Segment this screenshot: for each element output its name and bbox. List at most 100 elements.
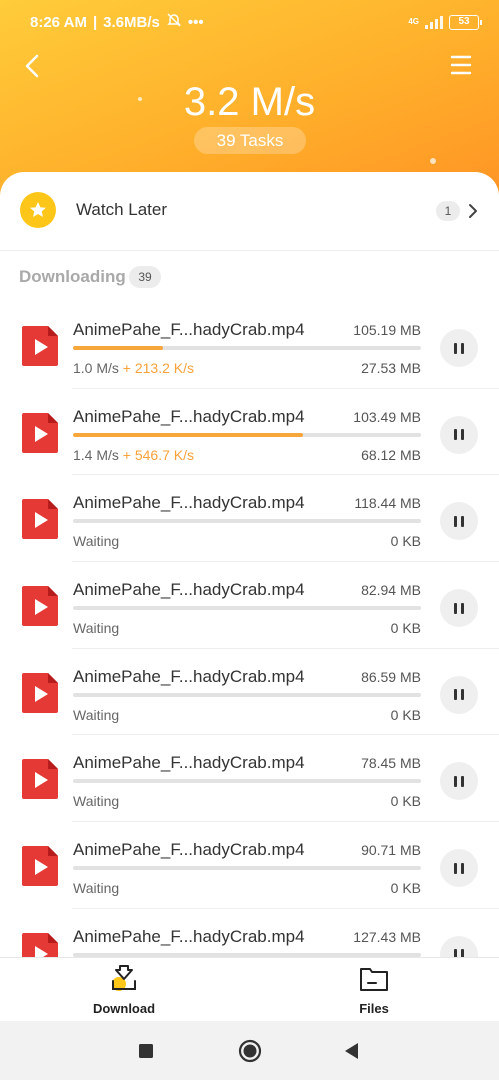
circle-icon	[238, 1039, 262, 1063]
download-item[interactable]: AnimePahe_F...hadyCrab.mp4 127.43 MB Wai…	[0, 909, 499, 957]
progress-fill	[73, 432, 303, 437]
file-size: 105.19 MB	[353, 322, 421, 338]
progress-fill	[73, 346, 164, 350]
menu-button[interactable]	[446, 50, 476, 80]
more-notifications-icon: •••	[187, 13, 204, 31]
download-item[interactable]: AnimePahe_F...hadyCrab.mp4 118.44 MB Wai…	[0, 475, 499, 562]
download-speed: Waiting	[73, 706, 120, 723]
video-file-icon	[22, 846, 58, 887]
progress-bar	[73, 432, 421, 437]
status-time: 8:26 AM	[30, 13, 87, 31]
file-size: 90.71 MB	[361, 842, 421, 859]
progress-bar	[73, 606, 421, 611]
pause-button[interactable]	[440, 849, 478, 888]
back-arrow-icon	[25, 54, 39, 78]
pause-button[interactable]	[440, 935, 478, 957]
pause-button[interactable]	[440, 502, 478, 541]
progress-bar	[73, 692, 421, 697]
tasks-count-pill: 39 Tasks	[194, 127, 306, 154]
star-icon	[20, 192, 56, 228]
downloaded-size: 0 KB	[390, 620, 421, 637]
status-net-speed: 3.6MB/s	[103, 13, 160, 31]
menu-icon	[450, 55, 472, 75]
file-size: 78.45 MB	[361, 755, 421, 772]
watch-later-row[interactable]: Watch Later 1	[0, 172, 499, 251]
downloaded-size: 0 KB	[390, 880, 421, 897]
file-name: AnimePahe_F...hadyCrab.mp4	[73, 320, 305, 339]
download-speed: Waiting	[73, 880, 120, 897]
pause-button[interactable]	[440, 589, 478, 628]
recents-button[interactable]	[130, 1035, 162, 1067]
progress-bar	[73, 519, 421, 524]
decor-dot	[430, 158, 436, 164]
pause-icon	[452, 342, 466, 354]
downloaded-size: 0 KB	[390, 533, 421, 550]
download-item[interactable]: AnimePahe_F...hadyCrab.mp4 82.94 MB Wait…	[0, 562, 499, 649]
download-status: 1.4 M/s + 546.7 K/s	[73, 447, 194, 463]
downloaded-size: 0 KB	[390, 706, 421, 723]
tab-files-label: Files	[359, 1001, 389, 1016]
downloading-count: 39	[129, 266, 161, 288]
triangle-back-icon	[345, 1043, 358, 1059]
video-file-icon	[22, 326, 58, 366]
battery-level: 53	[458, 15, 470, 27]
bottom-nav: Download Files	[0, 957, 499, 1021]
file-name: AnimePahe_F...hadyCrab.mp4	[73, 580, 305, 600]
pause-button[interactable]	[440, 329, 478, 367]
bell-muted-icon	[166, 12, 182, 32]
file-name: AnimePahe_F...hadyCrab.mp4	[73, 840, 305, 860]
file-name: AnimePahe_F...hadyCrab.mp4	[73, 926, 305, 946]
file-size: 103.49 MB	[353, 408, 421, 425]
pause-button[interactable]	[440, 675, 478, 714]
video-file-icon	[22, 586, 58, 627]
progress-bar	[73, 866, 421, 871]
download-speed: Waiting	[73, 533, 120, 550]
download-speed: Waiting	[73, 793, 120, 810]
pause-button[interactable]	[440, 762, 478, 801]
file-size: 82.94 MB	[361, 582, 421, 599]
download-status: Waiting	[73, 620, 119, 636]
file-name: AnimePahe_F...hadyCrab.mp4	[73, 666, 305, 686]
download-list: AnimePahe_F...hadyCrab.mp4 105.19 MB 1.0…	[0, 302, 499, 957]
progress-bar	[73, 346, 421, 350]
tab-files[interactable]: Files	[314, 964, 434, 1016]
pause-button[interactable]	[440, 415, 478, 454]
pause-icon	[452, 775, 466, 787]
download-item[interactable]: AnimePahe_F...hadyCrab.mp4 103.49 MB 1.4…	[0, 389, 499, 476]
download-status: Waiting	[73, 533, 119, 549]
pause-icon	[452, 689, 466, 701]
chevron-right-icon	[469, 204, 477, 218]
video-file-icon	[22, 759, 58, 800]
pause-icon	[452, 429, 466, 441]
home-button[interactable]	[234, 1035, 266, 1067]
pause-icon	[452, 949, 466, 957]
system-nav-bar	[0, 1021, 499, 1080]
download-speed: 1.0 M/s	[73, 360, 119, 376]
download-item[interactable]: AnimePahe_F...hadyCrab.mp4 86.59 MB Wait…	[0, 649, 499, 736]
video-file-icon	[22, 932, 58, 957]
video-file-icon	[22, 672, 58, 713]
download-item[interactable]: AnimePahe_F...hadyCrab.mp4 105.19 MB 1.0…	[0, 302, 499, 389]
status-bar: 8:26 AM | 3.6MB/s ••• 4G 53	[0, 0, 499, 44]
status-separator: |	[92, 13, 98, 31]
boost-speed: + 213.2 K/s	[122, 360, 195, 376]
folder-icon	[360, 968, 388, 991]
file-name: AnimePahe_F...hadyCrab.mp4	[73, 753, 305, 773]
video-file-icon	[22, 499, 58, 540]
downloading-section-title: Downloading	[19, 267, 126, 286]
tab-download-label: Download	[92, 1001, 156, 1016]
download-status: Waiting	[73, 880, 119, 896]
square-icon	[139, 1044, 153, 1058]
download-item[interactable]: AnimePahe_F...hadyCrab.mp4 90.71 MB Wait…	[0, 822, 499, 909]
downloaded-size: 0 KB	[390, 793, 421, 810]
back-button[interactable]	[18, 48, 50, 84]
tab-download[interactable]: Download	[64, 964, 184, 1016]
download-panel: Watch Later 1 Downloading 39 AnimePahe_F…	[0, 172, 499, 957]
system-back-button[interactable]	[336, 1035, 368, 1067]
network-type: 4G	[408, 17, 419, 26]
download-speed: 1.4 M/s	[73, 446, 119, 463]
file-name: AnimePahe_F...hadyCrab.mp4	[73, 406, 305, 426]
download-icon	[112, 965, 136, 991]
download-item[interactable]: AnimePahe_F...hadyCrab.mp4 78.45 MB Wait…	[0, 735, 499, 822]
signal-icon	[425, 15, 443, 29]
